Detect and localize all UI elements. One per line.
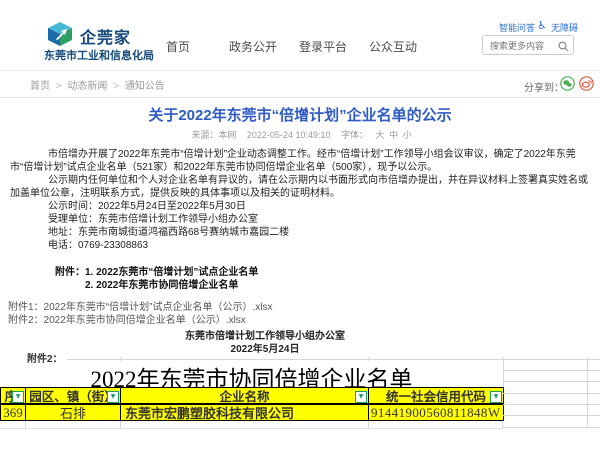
font-size-small[interactable]: 小	[403, 130, 412, 140]
article-meta: 来源：本网 2022-05-24 10:49:10 字体： 大 中 小	[0, 128, 600, 141]
breadcrumb-separator: >	[113, 81, 120, 92]
nav-item-login-platform[interactable]: 登录平台	[299, 38, 347, 55]
grid-line	[503, 370, 600, 371]
signature-date: 2022年5月24日	[230, 344, 300, 355]
nav-item-public-interaction[interactable]: 公众互动	[369, 38, 417, 55]
share-wechat-icon[interactable]	[560, 76, 575, 91]
sheet-data-row: 369 石排 东莞市宏鹏塑胶科技有限公司 91441900560811848W	[0, 404, 504, 421]
cell-district: 石排	[25, 404, 121, 421]
col-header-label: 企业名称	[219, 390, 270, 404]
filter-icon: ▼	[490, 391, 502, 403]
site-brand: 企莞家	[80, 30, 132, 47]
paragraph-phone: 电话：0769-23308863	[48, 240, 149, 251]
filter-icon: ▼	[355, 391, 367, 403]
grid-line	[503, 415, 600, 416]
paragraph-address: 地址：东莞市南城街道鸿福西路68号赛纳城市嘉园二楼	[48, 227, 290, 238]
search-box[interactable]	[482, 35, 574, 55]
breadcrumb-divider	[0, 97, 600, 98]
font-size-medium[interactable]: 中	[389, 130, 398, 140]
col-header-district: 园区、镇（街） ▼	[25, 387, 121, 404]
grid-line	[368, 421, 369, 428]
header-divider	[0, 70, 600, 71]
grid-line	[503, 359, 600, 360]
cell-seq: 369	[0, 404, 26, 421]
col-header-seq: 序· ▼	[0, 387, 26, 404]
nav-item-home[interactable]: 首页	[166, 38, 190, 55]
breadcrumb-home[interactable]: 首页	[30, 81, 50, 92]
col-header-company: 企业名称 ▼	[120, 387, 369, 404]
search-input[interactable]	[488, 38, 560, 54]
grid-line	[503, 427, 600, 428]
page-title: 关于2022年东莞市“倍增计划”企业名单的公示	[148, 107, 452, 124]
font-size-large[interactable]: 大	[376, 130, 385, 140]
share-weibo-icon[interactable]	[579, 76, 594, 91]
breadcrumb-notices[interactable]: 通知公告	[125, 81, 165, 92]
article-source: 来源：本网	[191, 130, 237, 140]
accessibility-link[interactable]: 无障碍	[551, 21, 578, 34]
nav-item-gov-affairs[interactable]: 政务公开	[229, 38, 277, 55]
col-header-credit-code: 统一社会信用代码 ▼	[368, 387, 504, 404]
breadcrumb: 首页 > 动态新闻 > 通知公告	[30, 77, 168, 92]
spreadsheet-preview: 2022年东莞市协同倍增企业名单 序· ▼ 园区、镇（街） ▼ 企业名称 ▼ 统…	[0, 357, 600, 450]
grid-line	[503, 393, 600, 394]
cell-credit-code: 91441900560811848W	[368, 404, 504, 421]
breadcrumb-news[interactable]: 动态新闻	[67, 81, 107, 92]
grid-line	[0, 428, 503, 429]
paragraph: 市倍增办开展了2022年东莞市“倍增计划”企业动态调整工作。经市“倍增计划”工作…	[10, 149, 576, 173]
article-datetime: 2022-05-24 10:49:10	[246, 130, 331, 140]
filter-icon: ▼	[107, 391, 119, 403]
search-icon[interactable]	[558, 39, 569, 57]
grid-line	[587, 357, 588, 428]
col-header-label: 统一社会信用代码	[385, 390, 486, 404]
attachment-link-2-partial[interactable]: 附件2：	[27, 350, 63, 365]
accessibility-icon: ♿	[537, 20, 547, 32]
col-header-label: 园区、镇（街）	[29, 390, 117, 404]
font-size-label: 字体：	[341, 130, 369, 140]
attachment-link-2[interactable]: 附件2：2022年东莞市协同倍增企业名单（公示）.xlsx	[8, 311, 246, 326]
grid-line	[503, 404, 600, 405]
grid-line	[503, 381, 600, 382]
paragraph: 公示期内任何单位和个人对企业名单有异议的，请在公示期内以书面形式向市倍增办提出，…	[10, 175, 588, 199]
grid-line	[25, 421, 26, 428]
paragraph-accepting-unit: 受理单位：东莞市倍增计划工作领导小组办公室	[48, 214, 258, 225]
sheet-header-row: 序· ▼ 园区、镇（街） ▼ 企业名称 ▼ 统一社会信用代码 ▼	[0, 387, 504, 404]
cell-company: 东莞市宏鹏塑胶科技有限公司	[120, 404, 369, 421]
grid-line	[503, 357, 504, 387]
site-org-name: 东莞市工业和信息化局	[44, 50, 154, 62]
paragraph-publicity-period: 公示时间：2022年5月24日至2022年5月30日	[48, 201, 246, 212]
article-body: 市倍增办开展了2022年东莞市“倍增计划”企业动态调整工作。经市“倍增计划”工作…	[10, 148, 588, 252]
breadcrumb-separator: >	[55, 81, 62, 92]
smart-qa-link[interactable]: 智能问答	[499, 21, 535, 34]
grid-line	[120, 421, 121, 428]
attachments-heading-line2: 2. 2022年东莞市协同倍增企业名单	[85, 280, 239, 291]
filter-icon: ▼	[12, 391, 24, 403]
share-label: 分享到：	[524, 83, 564, 94]
